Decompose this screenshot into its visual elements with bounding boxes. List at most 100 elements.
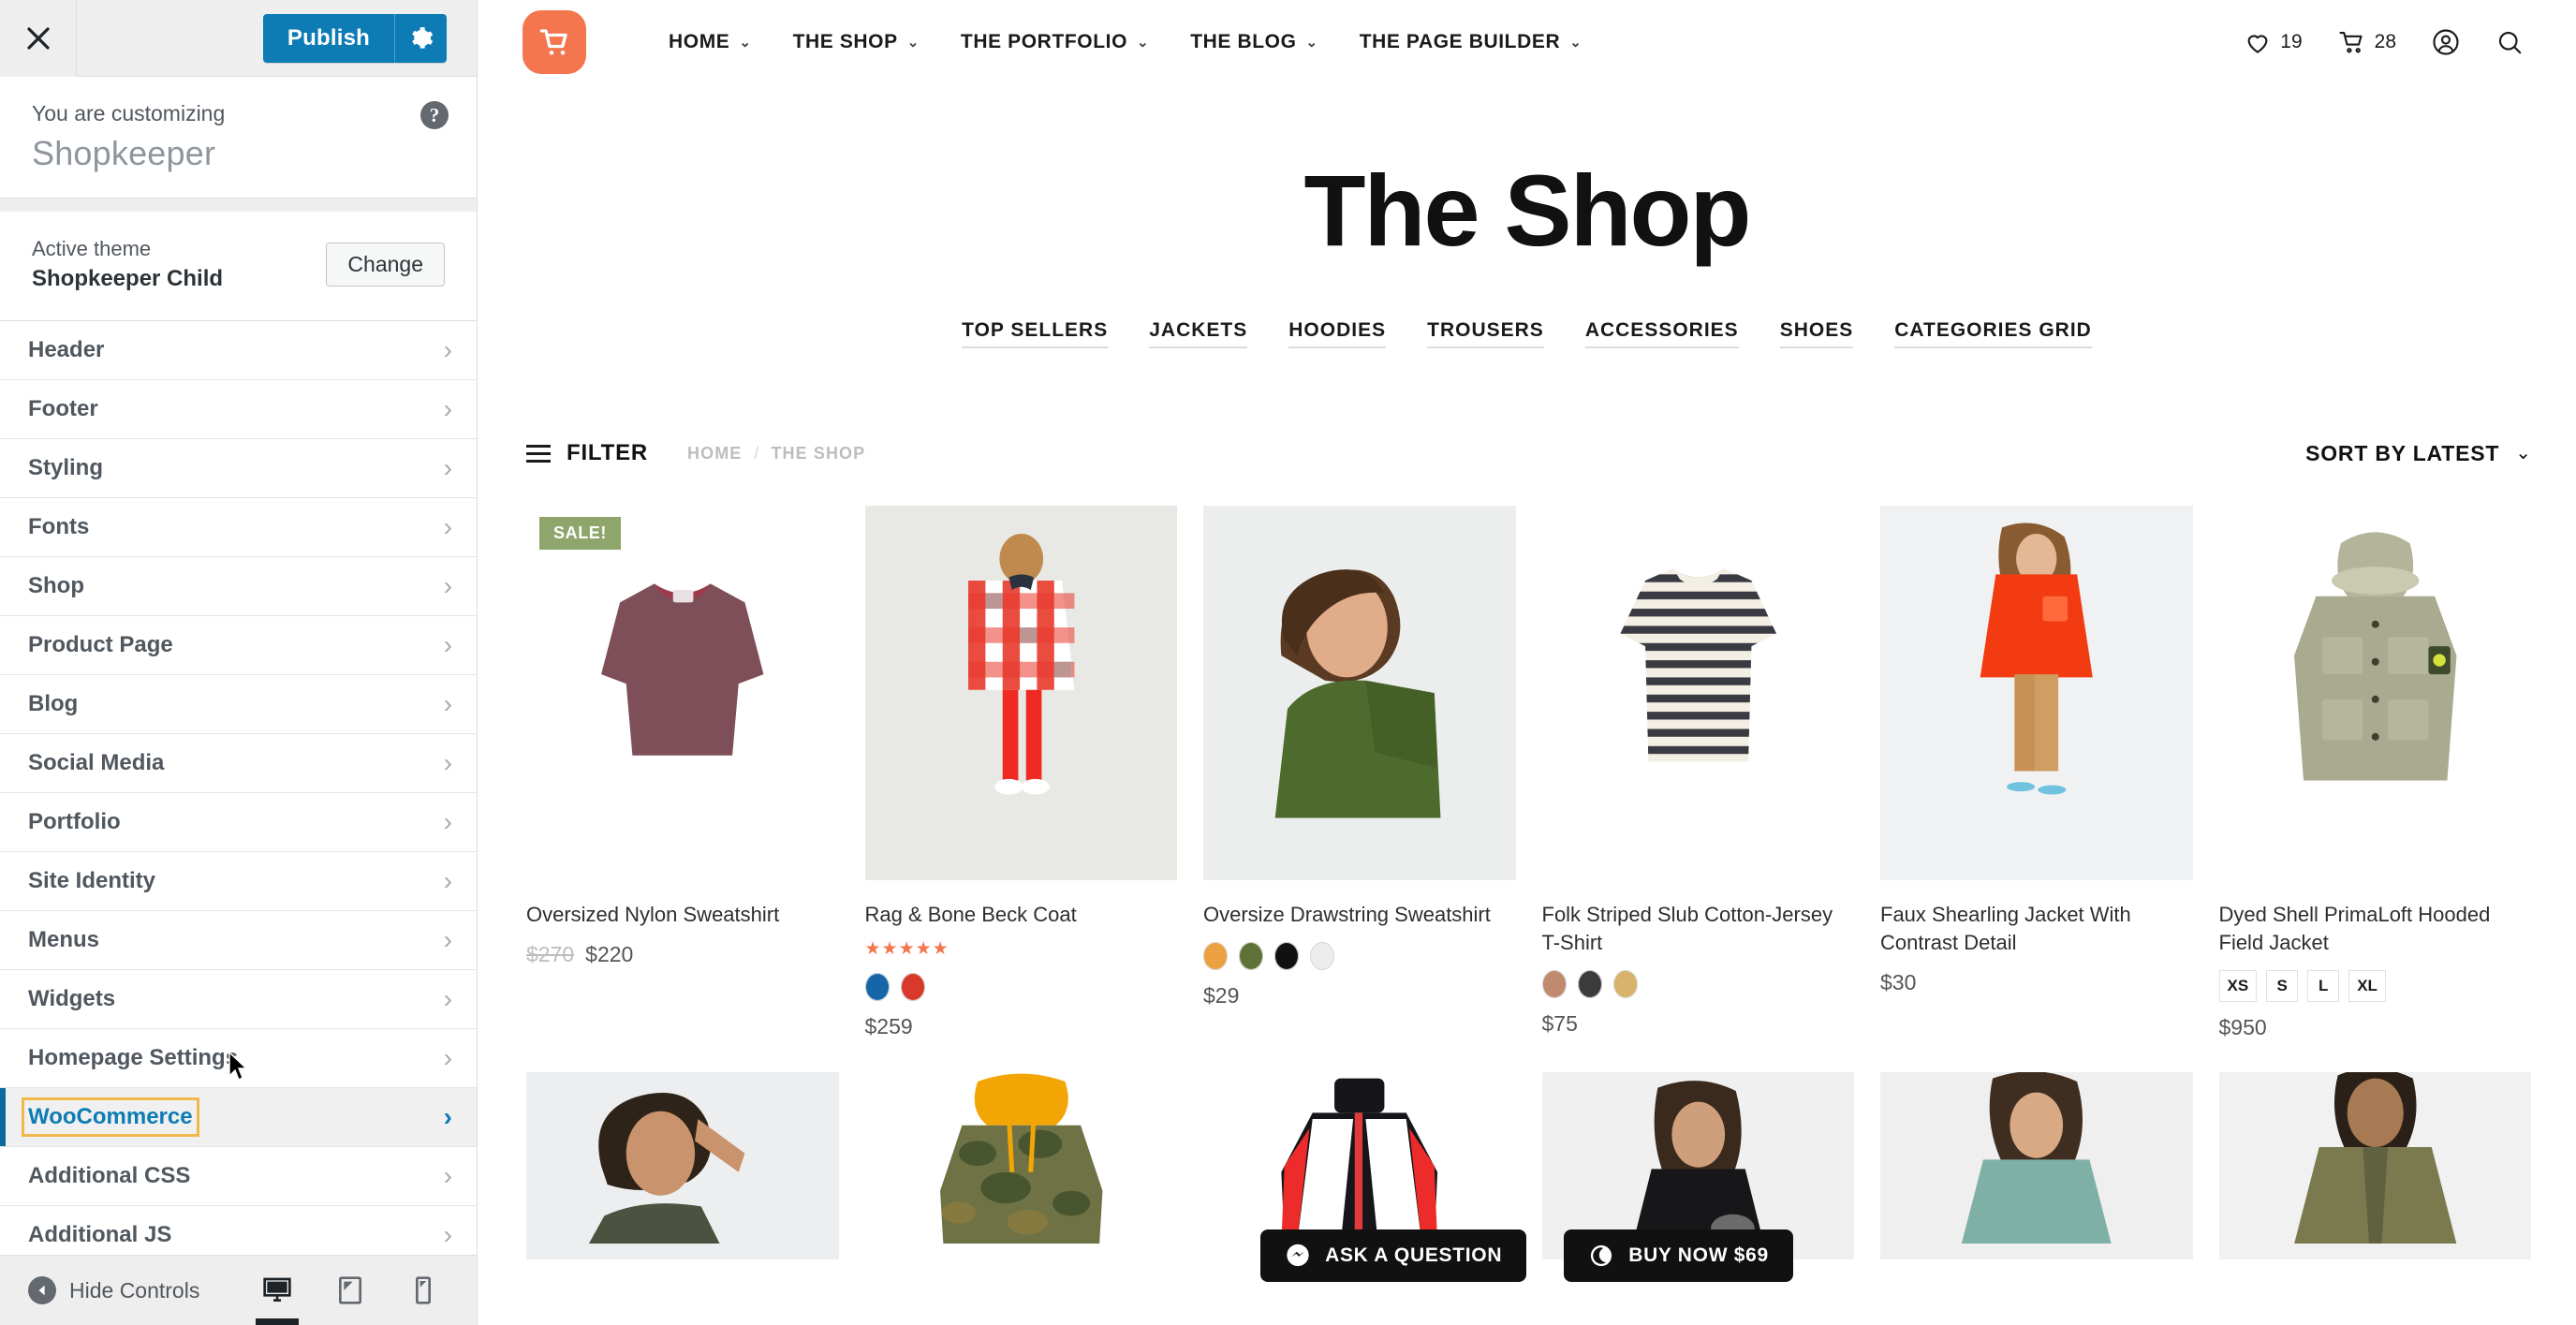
close-icon[interactable] xyxy=(0,0,77,77)
customizer-section-product-page[interactable]: Product Page › xyxy=(0,616,477,676)
hide-controls-button[interactable]: Hide Controls xyxy=(28,1276,199,1304)
customizer-section-label: Menus xyxy=(28,927,100,953)
account-button[interactable] xyxy=(2432,28,2460,56)
cart-logo-glyph xyxy=(539,29,567,55)
product-title[interactable]: Oversize Drawstring Sweatshirt xyxy=(1203,901,1516,929)
customizer-section-site-identity[interactable]: Site Identity › xyxy=(0,852,477,912)
customizer-section-label: Blog xyxy=(28,691,79,717)
customizer-section-fonts[interactable]: Fonts › xyxy=(0,498,477,558)
mobile-icon xyxy=(416,1276,431,1304)
product-current-price: $259 xyxy=(864,1013,913,1038)
category-link-accessories[interactable]: ACCESSORIES xyxy=(1584,319,1739,348)
close-glyph xyxy=(26,26,50,50)
color-swatch[interactable] xyxy=(1310,941,1334,970)
help-icon[interactable]: ? xyxy=(420,101,449,129)
filter-button[interactable]: FILTER xyxy=(526,440,648,466)
size-option[interactable]: S xyxy=(2266,969,2299,1002)
product-image[interactable] xyxy=(1203,506,1516,880)
search-icon xyxy=(2498,31,2522,54)
product-price: $29 xyxy=(1203,983,1516,1008)
size-option[interactable]: XL xyxy=(2348,969,2386,1002)
product-title[interactable]: Oversized Nylon Sweatshirt xyxy=(526,901,839,929)
category-link-top-sellers[interactable]: TOP SELLERS xyxy=(962,319,1109,348)
product-grid: SALE! Oversized Nylon Sweatshirt $270 $220 … xyxy=(478,506,2576,1040)
customizer-section-blog[interactable]: Blog › xyxy=(0,675,477,735)
color-swatch[interactable] xyxy=(864,972,890,1001)
customizer-section-additional-js[interactable]: Additional JS › xyxy=(0,1206,477,1255)
size-option[interactable]: L xyxy=(2307,969,2340,1002)
device-tablet-button[interactable] xyxy=(325,1266,375,1315)
wishlist-button[interactable]: 19 xyxy=(2244,28,2303,56)
customizer-section-menus[interactable]: Menus › xyxy=(0,911,477,971)
product-card: Oversize Drawstring Sweatshirt $29 xyxy=(1203,506,1516,1040)
customizer-section-additional-css[interactable]: Additional CSS › xyxy=(0,1147,477,1207)
customizer-app: Publish You are customizing Shopkeeper ?… xyxy=(0,0,2576,1325)
product-image[interactable] xyxy=(1541,506,1854,880)
product-card: SALE! Oversized Nylon Sweatshirt $270 $220 xyxy=(526,506,839,1040)
product-card xyxy=(1880,1071,2193,1259)
color-swatch[interactable] xyxy=(1239,941,1263,970)
chevron-right-icon: › xyxy=(443,571,452,601)
active-theme-name: Shopkeeper Child xyxy=(32,266,224,292)
product-title[interactable]: Dyed Shell PrimaLoft Hooded Field Jacket xyxy=(2219,901,2532,957)
product-title[interactable]: Rag & Bone Beck Coat xyxy=(865,901,1178,929)
color-swatch[interactable] xyxy=(1612,969,1638,998)
nav-item-the-page-builder[interactable]: THE PAGE BUILDER ⌄ xyxy=(1339,31,1603,53)
cart-logo-icon[interactable] xyxy=(523,10,586,74)
category-link-trousers[interactable]: TROUSERS xyxy=(1427,319,1544,348)
product-image[interactable] xyxy=(864,1071,1177,1259)
change-theme-button[interactable]: Change xyxy=(326,243,445,287)
customizer-section-widgets[interactable]: Widgets › xyxy=(0,970,477,1030)
customizer-section-homepage-settings[interactable]: Homepage Settings › xyxy=(0,1029,477,1089)
product-image[interactable] xyxy=(2218,506,2531,880)
color-swatch[interactable] xyxy=(1541,969,1567,998)
customizer-section-portfolio[interactable]: Portfolio › xyxy=(0,793,477,853)
customizer-section-label: Homepage Settings xyxy=(28,1045,239,1071)
product-image[interactable] xyxy=(2218,1071,2531,1259)
nav-item-the-shop[interactable]: THE SHOP ⌄ xyxy=(773,31,940,53)
color-swatch[interactable] xyxy=(900,972,925,1001)
breadcrumb-home[interactable]: HOME xyxy=(687,444,742,464)
search-button[interactable] xyxy=(2495,28,2524,56)
product-title[interactable]: Faux Shearling Jacket With Contrast Deta… xyxy=(1880,901,2193,957)
product-image[interactable] xyxy=(526,1071,839,1259)
customizer-section-header[interactable]: Header › xyxy=(0,321,477,381)
customizer-section-social-media[interactable]: Social Media › xyxy=(0,734,477,794)
nav-item-home[interactable]: HOME ⌄ xyxy=(648,31,773,53)
product-image[interactable] xyxy=(864,506,1177,880)
cart-button[interactable]: 28 xyxy=(2338,28,2396,56)
customizer-section-styling[interactable]: Styling › xyxy=(0,439,477,499)
publish-group: Publish xyxy=(262,13,447,63)
device-mobile-button[interactable] xyxy=(398,1266,449,1315)
color-swatch[interactable] xyxy=(1203,941,1228,970)
device-desktop-button[interactable] xyxy=(252,1266,302,1325)
chevron-right-icon: › xyxy=(443,453,452,483)
size-option[interactable]: XS xyxy=(2218,969,2258,1002)
sort-dropdown[interactable]: SORT BY LATEST ⌄ xyxy=(2305,441,2531,466)
customizer-section-woocommerce[interactable]: WooCommerce › xyxy=(0,1088,477,1148)
customizer-section-footer[interactable]: Footer › xyxy=(0,380,477,440)
color-swatch[interactable] xyxy=(1274,941,1299,970)
nav-item-the-blog[interactable]: THE BLOG ⌄ xyxy=(1170,31,1338,53)
product-image[interactable] xyxy=(1880,1071,2193,1259)
nav-item-the-portfolio[interactable]: THE PORTFOLIO ⌄ xyxy=(940,31,1170,53)
gear-icon[interactable] xyxy=(394,13,447,63)
customizer-section-label: Fonts xyxy=(28,514,90,540)
category-link-hoodies[interactable]: HOODIES xyxy=(1288,319,1387,348)
customizer-section-label: Social Media xyxy=(28,750,165,776)
product-image[interactable] xyxy=(1880,506,2193,880)
category-link-shoes[interactable]: SHOES xyxy=(1779,319,1854,348)
customizing-info: You are customizing Shopkeeper ? xyxy=(0,77,477,199)
ask-a-question-button[interactable]: ASK A QUESTION xyxy=(1260,1229,1527,1282)
chevron-right-icon: › xyxy=(443,1043,452,1073)
customizer-section-shop[interactable]: Shop › xyxy=(0,557,477,617)
chevron-down-icon: ⌄ xyxy=(739,34,752,51)
product-image[interactable]: SALE! xyxy=(526,506,839,880)
filter-icon xyxy=(526,444,551,463)
category-link-jackets[interactable]: JACKETS xyxy=(1149,319,1248,348)
category-link-categories-grid[interactable]: CATEGORIES GRID xyxy=(1894,319,2092,348)
buy-now-button[interactable]: BUY NOW $69 xyxy=(1564,1229,1793,1282)
color-swatch[interactable] xyxy=(1577,969,1602,998)
product-title[interactable]: Folk Striped Slub Cotton-Jersey T-Shirt xyxy=(1542,901,1855,957)
publish-button[interactable]: Publish xyxy=(262,13,394,63)
